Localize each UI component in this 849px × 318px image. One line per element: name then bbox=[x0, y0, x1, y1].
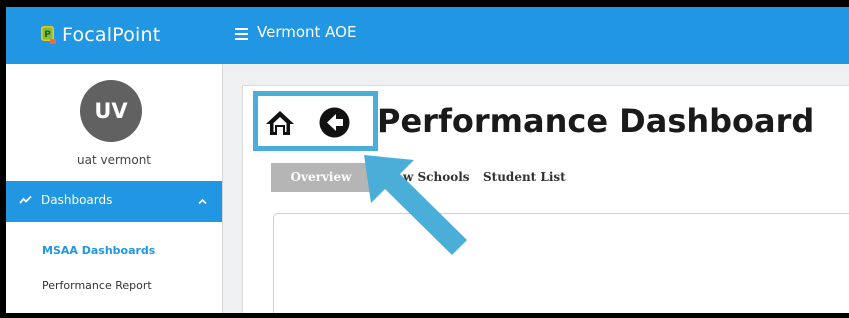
focalpoint-logo-icon: P bbox=[41, 26, 56, 44]
main-panel: Performance Dashboard Overview w Schools… bbox=[242, 85, 849, 313]
logo-text: FocalPoint bbox=[62, 24, 161, 46]
page-title: Performance Dashboard bbox=[377, 102, 815, 140]
sidebar: UV uat vermont Dashboards MSAA Dashboard… bbox=[6, 64, 222, 313]
sidebar-item-msaa-dashboards[interactable]: MSAA Dashboards bbox=[42, 244, 155, 257]
home-icon[interactable] bbox=[265, 108, 295, 138]
app-window: P FocalPoint Vermont AOE UV uat vermont … bbox=[6, 7, 849, 313]
top-bar: P FocalPoint Vermont AOE bbox=[6, 7, 849, 64]
sidebar-item-performance-report[interactable]: Performance Report bbox=[42, 279, 152, 292]
sidebar-section-label: Dashboards bbox=[41, 193, 113, 207]
chevron-up-icon bbox=[198, 198, 207, 205]
logo[interactable]: P FocalPoint bbox=[41, 21, 160, 49]
sidebar-divider bbox=[222, 64, 223, 313]
hamburger-menu-icon[interactable] bbox=[235, 28, 248, 40]
sidebar-section-dashboards[interactable]: Dashboards bbox=[6, 181, 222, 222]
dashboard-content-area bbox=[273, 213, 849, 313]
pointer-arrow bbox=[364, 155, 467, 255]
tab-overview[interactable]: Overview bbox=[271, 163, 371, 192]
user-name: uat vermont bbox=[76, 153, 152, 167]
back-arrow-icon[interactable] bbox=[319, 107, 350, 138]
svg-text:P: P bbox=[44, 30, 51, 40]
org-title: Vermont AOE bbox=[257, 23, 357, 41]
avatar[interactable]: UV bbox=[80, 80, 142, 142]
trend-line-icon bbox=[19, 195, 32, 204]
tab-student-list[interactable]: Student List bbox=[483, 163, 566, 192]
